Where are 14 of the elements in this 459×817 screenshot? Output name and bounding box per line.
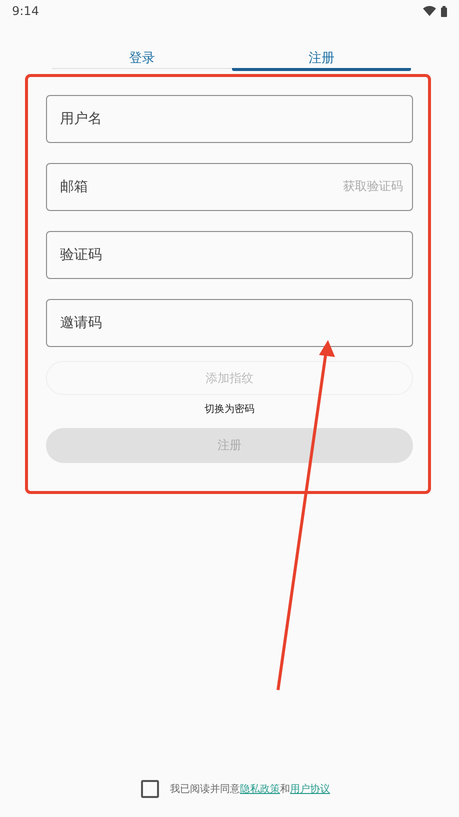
policy-link[interactable]: 用户协议 bbox=[290, 784, 330, 795]
input-field[interactable]: 验证码 bbox=[46, 231, 413, 279]
clock-time: 9:14 bbox=[12, 4, 39, 18]
battery-icon bbox=[441, 6, 447, 16]
wifi-icon bbox=[423, 6, 436, 16]
input-field[interactable]: 用户名 bbox=[46, 95, 413, 143]
tab[interactable]: 登录 bbox=[52, 47, 232, 69]
agreement-checkbox[interactable] bbox=[141, 780, 159, 798]
tab[interactable]: 注册 bbox=[232, 47, 411, 71]
input-field[interactable]: 邀请码 bbox=[46, 299, 413, 347]
policy-link[interactable]: 隐私政策 bbox=[240, 784, 280, 795]
agreement-text: 我已阅读并同意隐私政策和用户协议 bbox=[170, 782, 330, 796]
get-code-button[interactable]: 获取验证码 bbox=[343, 178, 403, 195]
switch-to-password-link[interactable]: 切换为密码 bbox=[204, 402, 254, 416]
